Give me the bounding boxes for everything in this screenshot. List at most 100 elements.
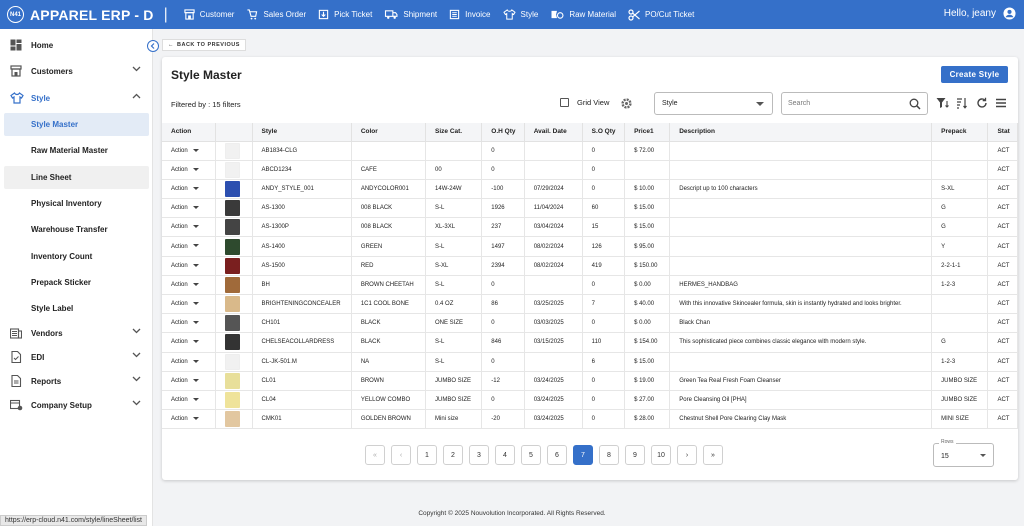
grid-view-toggle[interactable]: Grid View (560, 98, 609, 107)
page-button[interactable]: 5 (521, 445, 541, 465)
column-header[interactable]: Prepack (931, 123, 989, 142)
column-header[interactable]: O.H Qty (481, 123, 525, 142)
table-row[interactable]: Action AS-1300 008 BLACK S-L 1926 11/04/2024 6… (162, 198, 1018, 219)
topnav-pick-ticket[interactable]: Pick Ticket (318, 9, 372, 20)
row-action-menu[interactable]: Action (162, 352, 217, 372)
column-header[interactable]: Size Cat. (425, 123, 483, 142)
style-thumbnail[interactable] (225, 142, 241, 159)
column-header[interactable]: Style (252, 123, 352, 142)
column-header[interactable]: S.O Qty (582, 123, 626, 142)
rows-per-page-select[interactable]: Rows 15 (933, 439, 994, 467)
row-action-menu[interactable]: Action (162, 371, 217, 391)
sidebar-sub-physical-inventory[interactable]: Physical Inventory (4, 192, 149, 215)
topnav-sales-order[interactable]: Sales Order (246, 9, 306, 20)
topnav-po-cut-ticket[interactable]: PO/Cut Ticket (628, 8, 694, 21)
prev-page-button[interactable]: ‹ (391, 445, 411, 465)
style-thumbnail[interactable] (225, 315, 241, 332)
table-row[interactable]: Action AS-1500 RED S-XL 2394 08/02/2024 419 $ 1… (162, 256, 1018, 276)
style-thumbnail[interactable] (225, 334, 241, 351)
page-button[interactable]: 3 (469, 445, 489, 465)
app-logo[interactable]: N41 (7, 6, 24, 23)
style-thumbnail[interactable] (225, 257, 241, 274)
style-thumbnail[interactable] (225, 180, 241, 197)
sidebar-sub-prepack-sticker[interactable]: Prepack Sticker (4, 271, 149, 294)
user-account-icon[interactable] (1003, 7, 1016, 20)
table-row[interactable]: Action AB1834-CLG 0 0 $ 72.00 ACT (162, 141, 1018, 161)
style-thumbnail[interactable] (225, 296, 241, 313)
next-page-button[interactable]: › (677, 445, 697, 465)
topnav-shipment[interactable]: Shipment (384, 9, 437, 20)
sidebar-item-style[interactable]: Style (0, 86, 153, 110)
topnav-invoice[interactable]: Invoice (449, 9, 491, 20)
row-action-menu[interactable]: Action (162, 217, 217, 238)
topnav-raw-material[interactable]: Raw Material (550, 9, 616, 20)
back-to-previous-button[interactable]: ← BACK TO PREVIOUS (162, 39, 246, 51)
page-button[interactable]: 6 (547, 445, 567, 465)
first-page-button[interactable]: « (365, 445, 385, 465)
style-thumbnail[interactable] (225, 238, 241, 255)
current-page-button[interactable]: 7 (573, 445, 593, 465)
create-style-button[interactable]: Create Style (941, 66, 1008, 83)
page-button[interactable]: 4 (495, 445, 515, 465)
table-row[interactable]: Action ABCD1234 CAFE 00 0 0 ACT (162, 160, 1018, 180)
page-button[interactable]: 9 (625, 445, 645, 465)
table-row[interactable]: Action AS-1300P 008 BLACK XL-3XL 237 03/04/20… (162, 217, 1018, 238)
style-thumbnail[interactable] (225, 276, 241, 293)
sidebar-item-company-setup[interactable]: Company Setup (0, 393, 153, 417)
page-button[interactable]: 2 (443, 445, 463, 465)
row-action-menu[interactable]: Action (162, 390, 217, 411)
row-action-menu[interactable]: Action (162, 160, 217, 180)
table-row[interactable]: Action CMK01 GOLDEN BROWN Mini size -20 03/24… (162, 409, 1018, 430)
row-action-menu[interactable]: Action (162, 313, 217, 334)
sidebar-collapse-button[interactable] (147, 40, 159, 52)
search-field-select[interactable]: Style (654, 92, 773, 115)
sort-icon[interactable] (956, 97, 968, 109)
sidebar-item-customers[interactable]: Customers (0, 59, 153, 83)
column-header[interactable]: Description (669, 123, 933, 142)
sidebar-sub-raw-material-master[interactable]: Raw Material Master (4, 139, 149, 162)
table-row[interactable]: Action CL01 BROWN JUMBO SIZE -12 03/24/2025 0 $… (162, 371, 1018, 391)
style-thumbnail[interactable] (225, 392, 241, 409)
row-action-menu[interactable]: Action (162, 179, 217, 200)
column-header[interactable]: Price1 (624, 123, 671, 142)
sidebar-sub-style-master[interactable]: Style Master (4, 113, 149, 136)
sidebar-item-vendors[interactable]: Vendors (0, 321, 153, 345)
page-button[interactable]: 8 (599, 445, 619, 465)
menu-icon[interactable] (995, 97, 1007, 109)
search-input[interactable]: Search (781, 92, 928, 115)
page-button[interactable]: 1 (417, 445, 437, 465)
row-action-menu[interactable]: Action (162, 332, 217, 353)
page-button[interactable]: 10 (651, 445, 671, 465)
row-action-menu[interactable]: Action (162, 294, 217, 315)
refresh-icon[interactable] (976, 97, 988, 109)
grid-view-checkbox[interactable] (560, 98, 569, 107)
app-title[interactable]: APPAREL ERP - D (30, 7, 154, 23)
table-row[interactable]: Action AS-1400 GREEN S-L 1497 08/02/2024 126 $ … (162, 236, 1018, 257)
column-header[interactable]: Color (351, 123, 427, 142)
row-action-menu[interactable]: Action (162, 141, 217, 161)
style-thumbnail[interactable] (225, 353, 241, 370)
row-action-menu[interactable]: Action (162, 256, 217, 276)
sidebar-sub-line-sheet[interactable]: Line Sheet (4, 166, 149, 189)
table-row[interactable]: Action BH BROWN CHEETAH S-L 0 0 $ 0.00 HERMES_H… (162, 275, 1018, 296)
table-row[interactable]: Action CHELSEACOLLARDRESS BLACK S-L 846 03/15… (162, 332, 1018, 353)
column-header[interactable]: Stat (987, 123, 1018, 142)
style-thumbnail[interactable] (225, 219, 241, 236)
style-thumbnail[interactable] (225, 372, 241, 389)
style-thumbnail[interactable] (225, 161, 241, 178)
search-icon[interactable] (909, 98, 921, 110)
last-page-button[interactable]: » (703, 445, 723, 465)
filter-sort-icon[interactable] (936, 97, 950, 109)
row-action-menu[interactable]: Action (162, 409, 217, 430)
table-row[interactable]: Action CL04 YELLOW COMBO JUMBO SIZE 0 03/24/2… (162, 390, 1018, 411)
table-row[interactable]: Action ANDY_STYLE_001 ANDYCOLOR001 14W-24W -… (162, 179, 1018, 200)
table-row[interactable]: Action CL-JK-501.M NA S-L 0 6 $ 15.00 1-2-3 ACT (162, 352, 1018, 372)
table-row[interactable]: Action CH101 BLACK ONE SIZE 0 03/03/2025 0 $ 0.… (162, 313, 1018, 334)
column-header[interactable]: Avail. Date (524, 123, 583, 142)
style-thumbnail[interactable] (225, 411, 241, 428)
sidebar-sub-inventory-count[interactable]: Inventory Count (4, 245, 149, 268)
column-header[interactable]: Action (162, 123, 217, 142)
table-row[interactable]: Action BRIGHTENINGCONCEALER 1C1 COOL BONE 0… (162, 294, 1018, 315)
sidebar-item-edi[interactable]: EDI (0, 345, 153, 369)
sidebar-sub-style-label[interactable]: Style Label (4, 297, 149, 320)
